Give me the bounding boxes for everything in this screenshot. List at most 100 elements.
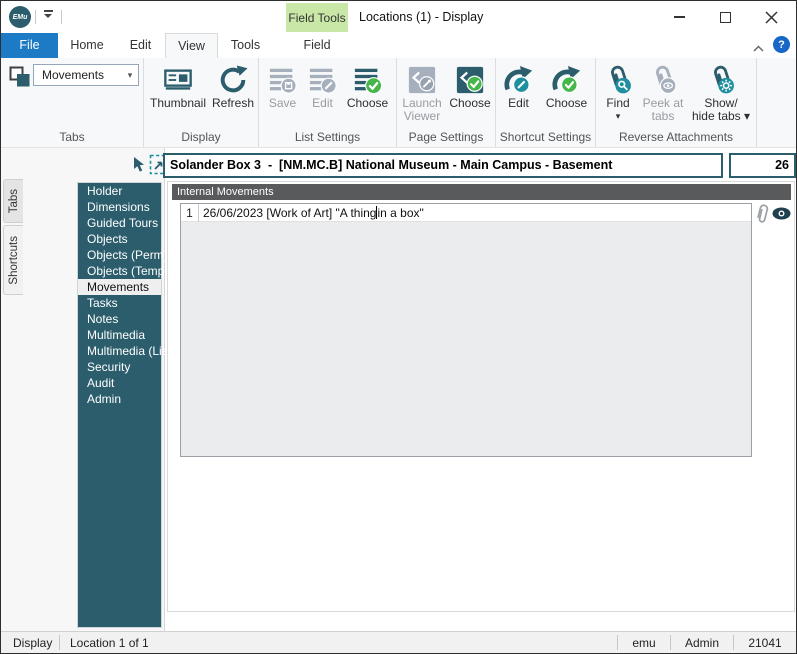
row-number-cell: 1 bbox=[181, 204, 199, 222]
group-label-page-settings: Page Settings bbox=[397, 130, 495, 144]
ribbon-group-list-settings: Save Edit Choose bbox=[259, 58, 397, 147]
sidebar-vertical-tab-tabs[interactable]: Tabs bbox=[3, 179, 23, 223]
sidebar-item-multimedia[interactable]: Multimedia bbox=[78, 327, 161, 343]
sidebar-item-tasks[interactable]: Tasks bbox=[78, 295, 161, 311]
launch-viewer-button[interactable]: Launch Viewer bbox=[398, 61, 446, 123]
peek-label-line2: tabs bbox=[652, 110, 675, 123]
ribbon: Movements ▾ Tabs Thumbnail bbox=[1, 58, 796, 148]
refresh-button[interactable]: Refresh bbox=[210, 61, 256, 110]
ribbon-group-tabs: Movements ▾ Tabs bbox=[1, 58, 144, 147]
attachment-paperclip-icon[interactable] bbox=[754, 203, 770, 225]
shortcut-edit-button[interactable]: Edit bbox=[498, 61, 540, 110]
sidebar-item-admin[interactable]: Admin bbox=[78, 391, 161, 407]
status-port: 21041 bbox=[734, 636, 796, 650]
ribbon-empty-space bbox=[757, 58, 796, 147]
record-count-field: 26 bbox=[729, 153, 796, 178]
sidebar-item-dimensions[interactable]: Dimensions bbox=[78, 199, 161, 215]
app-window: EMu Field Tools Locations (1) - Display … bbox=[0, 0, 797, 654]
record-body: Tabs Shortcuts Holder Dimensions Guided … bbox=[1, 148, 796, 631]
thumbnail-button[interactable]: Thumbnail bbox=[146, 61, 210, 110]
list-edit-button[interactable]: Edit bbox=[303, 61, 343, 110]
tab-home[interactable]: Home bbox=[58, 33, 116, 58]
thumbnail-icon bbox=[163, 65, 193, 95]
pointer-tool-icon[interactable] bbox=[132, 156, 147, 173]
show-hide-tabs-button[interactable]: Show/ hide tabs ▾ bbox=[688, 61, 754, 123]
sidebar-vertical-tab-shortcuts[interactable]: Shortcuts bbox=[3, 225, 23, 295]
section-header-internal-movements: Internal Movements bbox=[172, 184, 791, 200]
movements-content-panel: Internal Movements 1 26/06/2023 [Work of… bbox=[167, 181, 795, 612]
movement-summary-cell[interactable]: 26/06/2023 [Work of Art] "A thingin a bo… bbox=[199, 206, 424, 220]
tab-navigation-list: Holder Dimensions Guided Tours Objects O… bbox=[77, 182, 162, 628]
sidebar-item-audit[interactable]: Audit bbox=[78, 375, 161, 391]
tab-file[interactable]: File bbox=[1, 33, 58, 58]
group-label-list-settings: List Settings bbox=[259, 130, 396, 144]
peek-at-tabs-button[interactable]: Peek at tabs bbox=[638, 61, 688, 123]
list-save-button[interactable]: Save bbox=[263, 61, 303, 110]
refresh-icon bbox=[218, 65, 248, 95]
maximize-button[interactable] bbox=[702, 2, 748, 32]
sidebar-item-multimedia-list[interactable]: Multimedia (List) bbox=[78, 343, 161, 359]
shortcut-choose-button[interactable]: Choose bbox=[540, 61, 594, 110]
sidebar-item-notes[interactable]: Notes bbox=[78, 311, 161, 327]
minimize-button[interactable] bbox=[656, 2, 702, 32]
group-label-shortcut-settings: Shortcut Settings bbox=[496, 130, 595, 144]
page-choose-label: Choose bbox=[449, 97, 490, 110]
titlebar-separator bbox=[61, 10, 62, 24]
tab-select-combobox[interactable]: Movements ▾ bbox=[33, 64, 139, 86]
list-edit-label: Edit bbox=[312, 97, 333, 110]
edit-list-icon bbox=[308, 65, 338, 95]
combobox-value: Movements bbox=[34, 68, 122, 82]
vertical-tab-shortcuts-label: Shortcuts bbox=[8, 236, 20, 285]
vertical-tab-tabs-label: Tabs bbox=[8, 189, 20, 213]
sidebar-item-objects-temp[interactable]: Objects (Temp) bbox=[78, 263, 161, 279]
status-mode: Display bbox=[1, 636, 59, 650]
location-summary-field: Solander Box 3 - [NM.MC.B] National Muse… bbox=[163, 153, 723, 178]
choose-list-icon bbox=[353, 65, 383, 95]
save-list-icon bbox=[268, 65, 298, 95]
minimize-icon bbox=[674, 16, 685, 18]
list-save-label: Save bbox=[269, 97, 296, 110]
sidebar-item-objects[interactable]: Objects bbox=[78, 231, 161, 247]
tab-field[interactable]: Field bbox=[286, 33, 348, 58]
sidebar-item-security[interactable]: Security bbox=[78, 359, 161, 375]
collapse-ribbon-button[interactable] bbox=[753, 41, 764, 55]
view-eye-icon[interactable] bbox=[772, 207, 791, 220]
sidebar-item-movements[interactable]: Movements bbox=[78, 279, 161, 295]
list-choose-label: Choose bbox=[347, 97, 388, 110]
status-database: emu bbox=[618, 636, 670, 650]
show-hide-label-line2: hide tabs ▾ bbox=[692, 110, 750, 123]
thumbnail-label: Thumbnail bbox=[150, 97, 206, 110]
chevron-up-icon bbox=[753, 45, 764, 52]
help-button[interactable]: ? bbox=[773, 36, 790, 53]
group-label-display: Display bbox=[144, 130, 258, 144]
ribbon-group-page-settings: Launch Viewer Choose Page Settings bbox=[397, 58, 496, 147]
tab-tools[interactable]: Tools bbox=[218, 33, 273, 58]
tab-edit[interactable]: Edit bbox=[116, 33, 165, 58]
find-dropdown-caret-icon: ▾ bbox=[616, 110, 621, 123]
peek-attachment-icon bbox=[648, 65, 678, 95]
list-choose-button[interactable]: Choose bbox=[343, 61, 393, 110]
title-bar: EMu Field Tools Locations (1) - Display bbox=[1, 1, 796, 33]
app-logo-icon: EMu bbox=[9, 6, 31, 28]
sidebar-item-holder[interactable]: Holder bbox=[78, 183, 161, 199]
quick-access-dropdown-icon[interactable] bbox=[41, 10, 55, 24]
find-button[interactable]: Find ▾ bbox=[598, 61, 638, 123]
internal-movements-grid[interactable]: 1 26/06/2023 [Work of Art] "A thingin a … bbox=[180, 203, 752, 457]
sidebar-item-objects-perm[interactable]: Objects (Perm) bbox=[78, 247, 161, 263]
page-choose-button[interactable]: Choose bbox=[446, 61, 494, 123]
movement-text-before: 26/06/2023 [Work of Art] "A thing bbox=[203, 206, 376, 220]
tabs-stack-icon bbox=[8, 65, 32, 89]
shortcut-edit-label: Edit bbox=[508, 97, 529, 110]
contextual-tab-group-label: Field Tools bbox=[286, 3, 348, 32]
movement-row[interactable]: 1 26/06/2023 [Work of Art] "A thingin a … bbox=[181, 204, 751, 222]
group-label-tabs: Tabs bbox=[1, 130, 143, 144]
status-bar: Display Location 1 of 1 emu Admin 21041 bbox=[1, 631, 796, 653]
shortcut-choose-label: Choose bbox=[546, 97, 587, 110]
movement-text-after: in a box" bbox=[377, 206, 423, 220]
close-button[interactable] bbox=[748, 2, 794, 32]
launch-viewer-label-line2: Viewer bbox=[404, 110, 440, 123]
sidebar-item-guided-tours[interactable]: Guided Tours bbox=[78, 215, 161, 231]
tab-view[interactable]: View bbox=[165, 33, 218, 58]
launch-viewer-icon bbox=[407, 65, 437, 95]
group-label-reverse-attachments: Reverse Attachments bbox=[596, 130, 756, 144]
